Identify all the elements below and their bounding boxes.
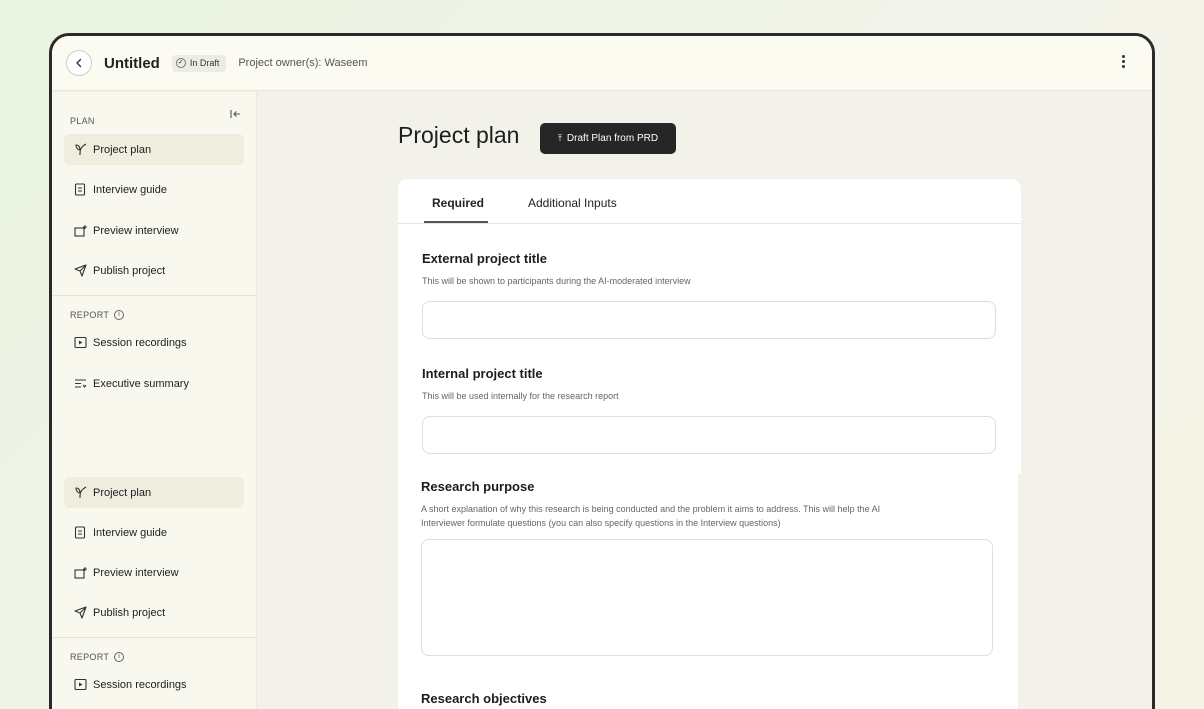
tab-additional-inputs[interactable]: Additional Inputs xyxy=(528,196,617,210)
active-tab-indicator xyxy=(424,221,488,223)
sidebar-item-label: Executive summary xyxy=(93,377,189,390)
draft-plan-button-label: Draft Plan from PRD xyxy=(566,133,659,144)
draft-plan-button[interactable]: ⤒ Draft Plan from PRD xyxy=(540,123,676,154)
page-title: Project plan xyxy=(398,122,520,148)
sidebar-item-label: Interview guide xyxy=(93,526,167,539)
research-purpose-description-line2: Interviewer formulate questions (you can… xyxy=(421,518,781,528)
external-title-label: External project title xyxy=(422,251,547,266)
collapse-sidebar-icon[interactable] xyxy=(230,109,242,122)
sidebar-item-label: Preview interview xyxy=(93,566,179,579)
sidebar-item-label: Preview interview xyxy=(93,224,179,237)
sidebar-item-label: Publish project xyxy=(93,264,166,277)
internal-title-description: This will be used internally for the res… xyxy=(422,391,619,401)
sidebar-item-publish-project[interactable]: Publish project xyxy=(64,597,244,628)
sidebar-item-publish-project[interactable]: Publish project xyxy=(64,255,244,286)
app-window: Untitled ✓ In Draft Project owner(s): Wa… xyxy=(49,33,1155,709)
sidebar-item-label: Interview guide xyxy=(93,183,167,196)
upload-icon: ⤒ xyxy=(557,133,562,143)
internal-title-label: Internal project title xyxy=(422,366,543,381)
sprout-icon xyxy=(73,143,87,157)
preview-icon xyxy=(73,566,87,580)
back-button[interactable] xyxy=(66,50,92,76)
more-options-icon[interactable] xyxy=(1122,55,1126,70)
top-bar: Untitled ✓ In Draft Project owner(s): Wa… xyxy=(52,36,1152,91)
sidebar-item-preview-interview[interactable]: Preview interview xyxy=(64,557,244,588)
sidebar-item-label: Project plan xyxy=(93,143,152,156)
sidebar-divider xyxy=(52,637,257,638)
sidebar-item-project-plan[interactable]: Project plan xyxy=(64,477,244,508)
sidebar-item-project-plan[interactable]: Project plan xyxy=(64,134,244,165)
sidebar-item-session-recordings[interactable]: Session recordings xyxy=(64,327,244,358)
tab-bar: Required Additional Inputs xyxy=(398,179,1021,224)
send-icon xyxy=(73,264,87,278)
sidebar-item-label: Project plan xyxy=(93,486,152,499)
sidebar-item-label: Publish project xyxy=(93,606,166,619)
sidebar-item-preview-interview[interactable]: Preview interview xyxy=(64,215,244,246)
form-card: Required Additional Inputs External proj… xyxy=(398,179,1021,474)
info-icon[interactable]: i xyxy=(114,310,125,320)
preview-icon xyxy=(73,224,87,238)
tab-required[interactable]: Required xyxy=(432,196,484,210)
research-purpose-description-line1: A short explanation of why this research… xyxy=(421,504,881,514)
play-icon xyxy=(73,336,87,350)
project-title[interactable]: Untitled xyxy=(104,55,160,72)
document-icon xyxy=(73,526,87,540)
research-objectives-label: Research objectives xyxy=(421,691,547,706)
report-section-label: REPORT i xyxy=(70,652,125,662)
report-section-label: REPORT i xyxy=(70,310,125,320)
research-purpose-label: Research purpose xyxy=(421,479,535,494)
status-badge: ✓ In Draft xyxy=(171,54,227,72)
sidebar-item-interview-guide[interactable]: Interview guide xyxy=(64,517,244,548)
send-icon xyxy=(73,606,87,620)
plan-section-label: PLAN xyxy=(70,116,95,126)
summary-icon xyxy=(73,377,87,391)
sprout-icon xyxy=(73,486,87,500)
sidebar-item-label: Session recordings xyxy=(93,336,187,349)
main-content: Project plan ⤒ Draft Plan from PRD Requi… xyxy=(258,92,1152,709)
sidebar: PLAN Project plan Interview guide Previe… xyxy=(52,92,257,709)
external-title-description: This will be shown to participants durin… xyxy=(422,276,691,286)
play-icon xyxy=(73,678,87,692)
sidebar-divider xyxy=(52,295,257,296)
document-icon xyxy=(73,183,87,197)
project-owners: Project owner(s): Waseem xyxy=(238,57,368,69)
sidebar-item-executive-summary[interactable]: Executive summary xyxy=(64,368,244,399)
internal-title-input[interactable] xyxy=(422,416,996,454)
external-title-input[interactable] xyxy=(422,301,996,339)
chevron-left-icon xyxy=(76,58,82,68)
form-card-continued: Research purpose A short explanation of … xyxy=(398,469,1018,709)
sidebar-item-label: Session recordings xyxy=(93,678,187,691)
check-circle-icon: ✓ xyxy=(175,58,186,68)
research-purpose-textarea[interactable] xyxy=(421,539,993,656)
status-badge-label: In Draft xyxy=(189,58,220,68)
sidebar-item-session-recordings[interactable]: Session recordings xyxy=(64,669,244,700)
info-icon[interactable]: i xyxy=(114,652,125,662)
sidebar-item-interview-guide[interactable]: Interview guide xyxy=(64,174,244,205)
